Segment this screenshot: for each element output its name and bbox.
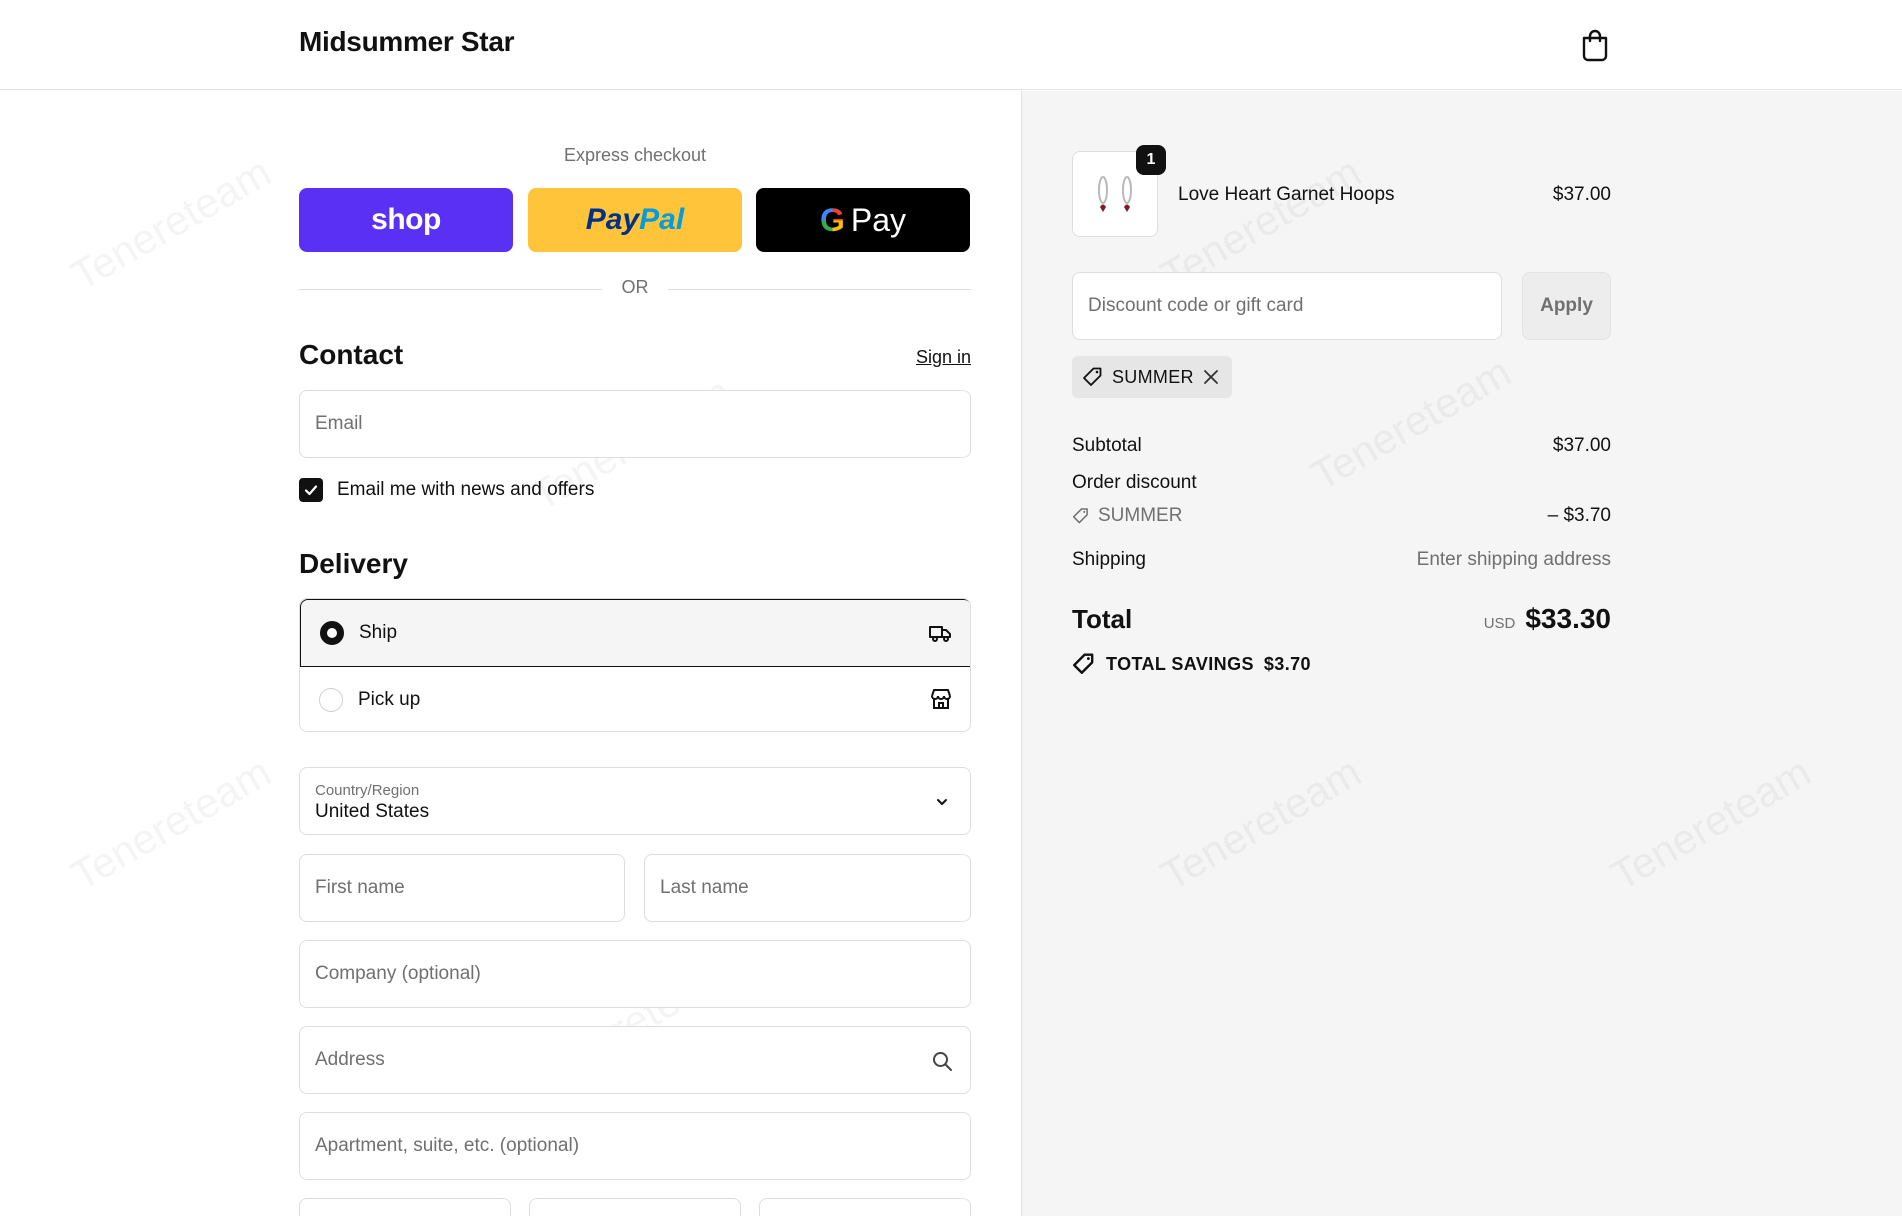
shopping-bag-icon[interactable] [1580, 28, 1610, 62]
subtotal-value: $37.00 [1552, 435, 1611, 456]
savings-label: TOTAL SAVINGS [1106, 653, 1254, 674]
sign-in-link[interactable]: Sign in [916, 347, 971, 368]
applied-discount-chip: SUMMER [1072, 356, 1232, 398]
zip-field[interactable] [759, 1198, 971, 1216]
express-checkout-label: Express checkout [563, 145, 707, 165]
order-discount-label: Order discount [1072, 472, 1197, 493]
order-discount-detail-row: SUMMER – $3.70 [1072, 505, 1611, 531]
ship-radio[interactable] [320, 621, 344, 645]
tag-icon [1072, 508, 1088, 524]
company-field[interactable] [299, 940, 971, 1008]
total-value: $33.30 [1525, 603, 1611, 634]
pickup-label: Pick up [358, 688, 421, 710]
delivery-option-ship[interactable]: Ship [300, 599, 970, 667]
order-discount-value: – $3.70 [1547, 505, 1611, 526]
checkout-header: Midsummer Star [0, 0, 1902, 90]
city-field[interactable] [299, 1198, 511, 1216]
quantity-badge: 1 [1136, 145, 1166, 175]
google-pay-label: Pay [850, 201, 907, 238]
pickup-radio[interactable] [319, 687, 343, 712]
state-field[interactable] [529, 1198, 741, 1216]
shipping-row: Shipping Enter shipping address [1072, 549, 1611, 571]
subtotal-row: Subtotal $37.00 [1072, 435, 1611, 457]
subtotal-label: Subtotal [1072, 435, 1142, 456]
shop-pay-logo: shop [371, 203, 441, 236]
first-name-input[interactable] [315, 877, 609, 899]
paypal-button[interactable]: Pay Pal [528, 188, 742, 252]
total-amount: USD $33.30 [1484, 603, 1611, 635]
watermark: Tenereteam [63, 748, 279, 900]
paypal-logo-part1: Pay [585, 203, 640, 236]
chevron-down-icon [937, 799, 947, 805]
contact-title: Contact [299, 339, 404, 370]
newsletter-option[interactable]: Email me with news and offers [299, 478, 594, 502]
order-discount-code: SUMMER [1098, 505, 1183, 526]
total-currency: USD [1483, 615, 1516, 632]
truck-icon [929, 626, 951, 642]
total-savings: TOTAL SAVINGS $3.70 [1072, 652, 1311, 676]
product-price: $37.00 [1552, 184, 1611, 205]
delivery-method-group: Ship Pick up [299, 598, 971, 732]
divider-line [668, 289, 971, 290]
apartment-input[interactable] [315, 1135, 955, 1157]
email-input[interactable] [315, 413, 955, 435]
company-input[interactable] [315, 963, 955, 985]
shop-pay-button[interactable]: shop [299, 188, 513, 252]
tag-icon [1072, 653, 1094, 674]
discount-input[interactable] [1088, 295, 1486, 317]
product-name: Love Heart Garnet Hoops [1178, 184, 1395, 205]
shipping-label: Shipping [1072, 549, 1146, 570]
applied-code: SUMMER [1112, 366, 1194, 387]
last-name-input[interactable] [660, 877, 955, 899]
checkmark-icon [304, 485, 318, 496]
email-field[interactable] [299, 390, 971, 458]
or-divider: OR [299, 277, 971, 301]
discount-field[interactable] [1072, 272, 1502, 340]
search-icon[interactable] [930, 1049, 954, 1073]
apply-button[interactable]: Apply [1522, 272, 1611, 340]
first-name-field[interactable] [299, 854, 625, 922]
store-icon [931, 689, 951, 709]
order-discount-row: Order discount [1072, 472, 1611, 494]
savings-value: $3.70 [1263, 653, 1311, 674]
delivery-title: Delivery [299, 548, 408, 579]
address-field[interactable] [299, 1026, 971, 1094]
google-g-icon: G [819, 201, 845, 238]
last-name-field[interactable] [644, 854, 971, 922]
total-label: Total [1072, 604, 1133, 634]
shipping-value: Enter shipping address [1416, 549, 1611, 570]
google-pay-button[interactable]: G Pay [756, 188, 970, 252]
paypal-logo-part2: Pal [639, 203, 685, 236]
country-select[interactable]: Country/Region United States [299, 767, 971, 835]
address-input[interactable] [315, 1049, 955, 1071]
newsletter-checkbox[interactable] [299, 478, 323, 502]
ship-label: Ship [359, 622, 398, 643]
watermark: Tenereteam [63, 148, 279, 300]
tag-icon [1083, 367, 1102, 386]
newsletter-label: Email me with news and offers [337, 479, 595, 500]
close-icon[interactable] [1202, 368, 1220, 386]
or-label: OR [621, 277, 649, 297]
country-value: United States [315, 801, 430, 822]
apartment-field[interactable] [299, 1112, 971, 1180]
country-label: Country/Region [315, 782, 420, 799]
delivery-option-pickup[interactable]: Pick up [300, 666, 970, 731]
store-brand[interactable]: Midsummer Star [299, 26, 515, 58]
